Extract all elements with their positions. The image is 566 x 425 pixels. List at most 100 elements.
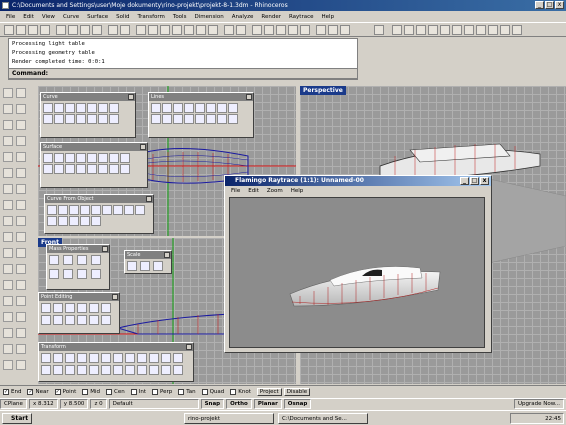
area-tool-icon[interactable] [49, 269, 59, 279]
curve-tool-icon[interactable] [87, 114, 97, 124]
point-icon[interactable] [16, 88, 26, 98]
line-tool-icon[interactable] [217, 103, 227, 113]
curve-tool-icon[interactable] [43, 103, 53, 113]
close-button[interactable]: x [555, 1, 564, 9]
surface-tool-icon[interactable] [109, 164, 119, 174]
moment-tool-icon[interactable] [91, 269, 101, 279]
copy-icon[interactable] [16, 280, 26, 290]
scale-2d-icon[interactable] [140, 261, 150, 271]
line-tool-icon[interactable] [206, 114, 216, 124]
undo-icon[interactable] [108, 25, 118, 35]
maximize-button[interactable]: □ [545, 1, 554, 9]
helix-icon[interactable] [16, 168, 26, 178]
raytrace-icon[interactable] [392, 25, 402, 35]
scale-3d-icon[interactable] [127, 261, 137, 271]
extract-tool-icon[interactable] [124, 205, 134, 215]
osnap-knot[interactable]: Knot [230, 388, 251, 395]
osnap-mid[interactable]: Mid [82, 388, 100, 395]
menu-view[interactable]: View [38, 14, 59, 20]
flamingo-titlebar[interactable]: Flamingo Raytrace (1:1): Unnamed-00 _ □ … [225, 176, 491, 186]
twist-icon[interactable] [125, 353, 135, 363]
checkbox-icon[interactable] [178, 388, 185, 395]
snap-toggle[interactable]: Snap [200, 399, 225, 409]
twist-icon[interactable] [125, 365, 135, 375]
hide-icon[interactable] [300, 25, 310, 35]
rectangle-icon[interactable] [3, 152, 13, 162]
project-button[interactable]: Project [256, 387, 282, 396]
curve-tool-icon[interactable] [109, 103, 119, 113]
extract-tool-icon[interactable] [47, 216, 57, 226]
curve-tool-icon[interactable] [98, 103, 108, 113]
smooth-icon[interactable] [173, 353, 183, 363]
lock-icon[interactable] [16, 312, 26, 322]
remove-knot-icon[interactable] [89, 315, 99, 325]
remove-knot-icon[interactable] [89, 303, 99, 313]
zoom-icon[interactable] [160, 25, 170, 35]
extract-tool-icon[interactable] [113, 205, 123, 215]
render-icon[interactable] [16, 344, 26, 354]
surface-tool-icon[interactable] [43, 153, 53, 163]
surface-tool-icon[interactable] [109, 153, 119, 163]
menu-tools[interactable]: Tools [169, 14, 191, 20]
line-tool-icon[interactable] [151, 114, 161, 124]
points-off-icon[interactable] [53, 315, 63, 325]
surface-icon[interactable] [3, 184, 13, 194]
disable-button[interactable]: Disable [283, 387, 311, 396]
extract-tool-icon[interactable] [91, 216, 101, 226]
car-render-icon[interactable] [252, 25, 262, 35]
checkbox-icon[interactable] [106, 388, 113, 395]
close-icon[interactable] [164, 252, 170, 258]
delete-icon[interactable] [92, 25, 102, 35]
zoom-extents-icon[interactable] [184, 25, 194, 35]
scale-icon[interactable] [77, 365, 87, 375]
osnap-quad[interactable]: Quad [201, 388, 224, 395]
extract-tool-icon[interactable] [135, 205, 145, 215]
orient-icon[interactable] [113, 365, 123, 375]
surface-tool-icon[interactable] [65, 164, 75, 174]
close-icon[interactable] [112, 294, 118, 300]
paste-icon[interactable] [80, 25, 90, 35]
close-icon[interactable] [102, 246, 108, 252]
menu-render[interactable]: Render [257, 14, 285, 20]
command-prompt[interactable]: Command: [8, 68, 358, 79]
taper-icon[interactable] [149, 365, 159, 375]
extract-tool-icon[interactable] [58, 216, 68, 226]
insert-knot-icon[interactable] [77, 315, 87, 325]
menu-raytrace[interactable]: Raytrace [285, 14, 318, 20]
line-tool-icon[interactable] [195, 103, 205, 113]
print-icon[interactable] [40, 25, 50, 35]
extract-tool-icon[interactable] [102, 205, 112, 215]
menu-edit[interactable]: Edit [19, 14, 38, 20]
line-tool-icon[interactable] [206, 103, 216, 113]
cone-icon[interactable] [16, 216, 26, 226]
scale-1d-icon[interactable] [153, 261, 163, 271]
properties-icon[interactable] [316, 25, 326, 35]
sphere-icon[interactable] [16, 200, 26, 210]
extract-tool-icon[interactable] [80, 216, 90, 226]
properties-icon[interactable] [16, 328, 26, 338]
curve-tool-icon[interactable] [65, 103, 75, 113]
extract-tool-icon[interactable] [69, 216, 79, 226]
lines-palette-title[interactable]: Lines [149, 93, 253, 101]
solid-box-icon[interactable] [3, 200, 13, 210]
checkbox-icon[interactable] [152, 388, 158, 395]
smooth-icon[interactable] [173, 365, 183, 375]
osnap-near[interactable]: ✓ Near [27, 388, 49, 395]
bend-icon[interactable] [137, 353, 147, 363]
centroid-tool-icon[interactable] [77, 255, 87, 265]
rotate-view-icon[interactable] [148, 25, 158, 35]
orient-icon[interactable] [113, 353, 123, 363]
extract-tool-icon[interactable] [91, 205, 101, 215]
checkbox-icon[interactable] [130, 388, 137, 395]
line-tool-icon[interactable] [228, 103, 238, 113]
moment-tool-icon[interactable] [91, 255, 101, 265]
analyze-icon[interactable] [3, 344, 13, 354]
menu-solid[interactable]: Solid [112, 14, 133, 20]
surface-palette-title[interactable]: Surface [41, 143, 147, 151]
osnap-cen[interactable]: Cen [106, 388, 125, 395]
sun-icon[interactable] [476, 25, 486, 35]
split-icon[interactable] [16, 248, 26, 258]
osnap-tan[interactable]: Tan [178, 388, 196, 395]
plant-icon[interactable] [452, 25, 462, 35]
boolean-icon[interactable] [3, 232, 13, 242]
